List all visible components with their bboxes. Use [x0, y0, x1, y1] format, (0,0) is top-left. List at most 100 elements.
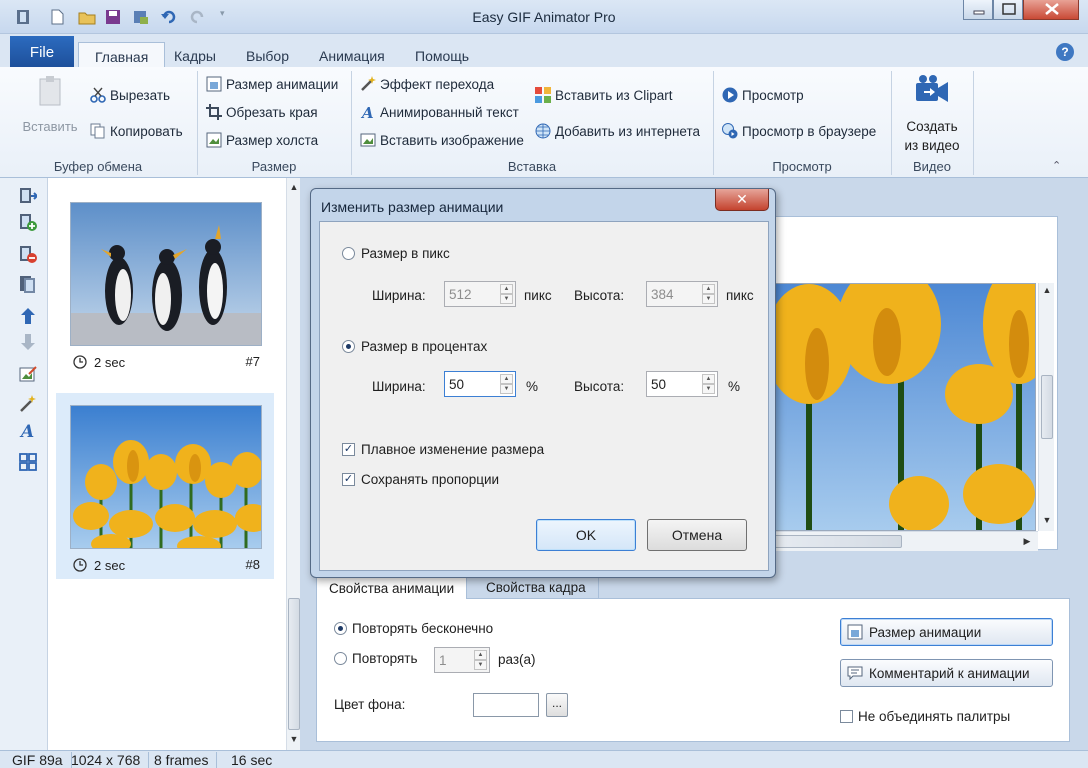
resize-animation-button-props[interactable]: Размер анимации	[840, 618, 1053, 646]
percent-height-value: 50	[651, 376, 667, 392]
scroll-right-arrow-icon[interactable]: ▶	[1020, 536, 1034, 547]
frame-duration[interactable]: 2 sec	[72, 557, 125, 573]
delete-frame-icon[interactable]	[16, 242, 40, 266]
browse-color-button[interactable]: ...	[546, 693, 568, 717]
tab-animation[interactable]: Анимация	[303, 42, 401, 68]
clock-icon	[72, 557, 88, 573]
size-in-percent-option[interactable]: Размер в процентах	[342, 339, 487, 354]
clipboard-group-label: Буфер обмена	[53, 159, 143, 174]
resize-animation-dialog: Изменить размер анимации ✕ Размер в пикс…	[310, 188, 776, 578]
help-icon[interactable]: ?	[1056, 43, 1074, 61]
copy-button[interactable]: Копировать	[90, 120, 183, 142]
pixel-width-spinner[interactable]: 512 ▲ ▼	[444, 281, 516, 307]
preview-in-browser-button[interactable]: Просмотр в браузере	[722, 120, 876, 142]
tab-frames[interactable]: Кадры	[158, 42, 232, 68]
canvas-vertical-scrollbar[interactable]: ▲ ▼	[1038, 283, 1054, 531]
frames-scroll-thumb[interactable]	[288, 598, 300, 730]
file-tab[interactable]: File	[10, 36, 74, 68]
tab-home[interactable]: Главная	[78, 42, 166, 69]
add-frame-icon[interactable]	[16, 184, 40, 208]
create-from-video-button[interactable]: Создать из видео	[900, 73, 964, 155]
percent-width-spinner[interactable]: 50 ▲ ▼	[444, 371, 516, 397]
frame-duration-label: 2 sec	[94, 354, 126, 370]
percent-height-unit: %	[728, 379, 741, 394]
no-merge-palettes-option[interactable]: Не объединять палитры	[840, 709, 1010, 724]
preview-label: Просмотр	[742, 87, 804, 103]
size-in-pixels-option[interactable]: Размер в пикс	[342, 246, 450, 261]
globe-icon	[535, 123, 551, 139]
frames-scrollbar[interactable]: ▲ ▼	[286, 178, 300, 750]
insert-clipart-button[interactable]: Вставить из Clipart	[535, 84, 672, 106]
transition-effect-button[interactable]: Эффект перехода	[360, 73, 494, 95]
canvas-hscroll-thumb[interactable]	[772, 535, 902, 548]
animation-comment-button[interactable]: Комментарий к анимации	[840, 659, 1053, 687]
group-separator	[973, 71, 974, 175]
pixel-height-spinner[interactable]: 384 ▲ ▼	[646, 281, 718, 307]
minimize-button[interactable]	[963, 0, 993, 20]
spinner-arrows[interactable]: ▲ ▼	[474, 650, 487, 670]
repeat-forever-option[interactable]: Повторять бесконечно	[334, 621, 493, 636]
percent-height-spinner[interactable]: 50 ▲ ▼	[646, 371, 718, 397]
collapse-ribbon-icon[interactable]: ⌃	[1052, 159, 1061, 172]
repeat-count-spinner[interactable]: 1 ▲ ▼	[434, 647, 490, 673]
grid-view-icon[interactable]	[16, 450, 40, 474]
canvas-vscroll-thumb[interactable]	[1041, 375, 1053, 439]
resize-animation-button[interactable]: Размер анимации	[206, 73, 338, 95]
spinner-arrows[interactable]: ▲ ▼	[702, 284, 715, 304]
animated-text-button[interactable]: A Анимированный текст	[360, 101, 519, 123]
ok-button[interactable]: OK	[536, 519, 636, 551]
magic-wand-icon[interactable]	[16, 392, 40, 416]
background-color-label: Цвет фона:	[334, 697, 406, 712]
cancel-button[interactable]: Отмена	[647, 519, 747, 551]
smooth-resize-option[interactable]: ✓ Плавное изменение размера	[342, 442, 544, 457]
scroll-down-arrow-icon[interactable]: ▼	[287, 734, 301, 744]
scroll-down-arrow-icon[interactable]: ▼	[1040, 515, 1054, 525]
scroll-up-arrow-icon[interactable]: ▲	[1040, 285, 1054, 295]
preview-button[interactable]: Просмотр	[722, 84, 804, 106]
edit-frame-icon[interactable]	[16, 362, 40, 386]
size-in-pixels-radio[interactable]	[342, 247, 355, 260]
frame-item[interactable]: 2 sec #7	[56, 190, 274, 376]
move-up-arrow-icon[interactable]	[16, 304, 40, 328]
add-from-internet-button[interactable]: Добавить из интернета	[535, 120, 700, 142]
background-color-swatch[interactable]	[473, 693, 539, 717]
percent-height-label: Высота:	[574, 379, 625, 394]
status-bar: GIF 89a 1024 x 768 8 frames 16 sec	[0, 750, 1088, 768]
crop-icon	[206, 104, 222, 120]
text-a-icon[interactable]: A	[16, 418, 40, 442]
frame-number: #8	[245, 557, 260, 572]
cut-button[interactable]: Вырезать	[90, 84, 170, 106]
insert-blank-frame-icon[interactable]	[16, 210, 40, 234]
tab-animation-properties[interactable]: Свойства анимации	[316, 576, 468, 599]
dialog-close-button[interactable]: ✕	[715, 189, 769, 211]
keep-proportions-checkbox[interactable]: ✓	[342, 473, 355, 486]
duplicate-frame-icon[interactable]	[16, 272, 40, 296]
maximize-button[interactable]	[993, 0, 1023, 20]
crop-button[interactable]: Обрезать края	[206, 101, 318, 123]
canvas-horizontal-scrollbar[interactable]: ▶	[768, 531, 1038, 551]
canvas-size-button[interactable]: Размер холста	[206, 129, 318, 151]
insert-image-button[interactable]: Вставить изображение	[360, 129, 524, 151]
spinner-arrows[interactable]: ▲ ▼	[500, 374, 513, 394]
repeat-radio[interactable]	[334, 652, 347, 665]
repeat-option[interactable]: Повторять	[334, 651, 418, 666]
spinner-arrows[interactable]: ▲ ▼	[702, 374, 715, 394]
paste-button[interactable]: Вставить	[22, 75, 78, 134]
close-button[interactable]	[1023, 0, 1079, 20]
spinner-arrows[interactable]: ▲ ▼	[500, 284, 513, 304]
size-in-percent-radio[interactable]	[342, 340, 355, 353]
status-format: GIF 89a	[4, 752, 72, 768]
frame-canvas-tulips	[768, 283, 1036, 531]
frame-duration[interactable]: 2 sec	[72, 354, 125, 370]
smooth-resize-checkbox[interactable]: ✓	[342, 443, 355, 456]
scroll-up-arrow-icon[interactable]: ▲	[287, 182, 301, 192]
no-merge-palettes-checkbox[interactable]	[840, 710, 853, 723]
move-down-arrow-icon[interactable]	[16, 330, 40, 354]
keep-proportions-option[interactable]: ✓ Сохранять пропорции	[342, 472, 499, 487]
tab-selection[interactable]: Выбор	[230, 42, 305, 68]
tab-frame-properties[interactable]: Свойства кадра	[474, 576, 599, 599]
repeat-forever-radio[interactable]	[334, 622, 347, 635]
tab-help[interactable]: Помощь	[399, 42, 485, 68]
frame-item-selected[interactable]: 2 sec #8	[56, 393, 274, 579]
copy-label: Копировать	[110, 123, 183, 139]
